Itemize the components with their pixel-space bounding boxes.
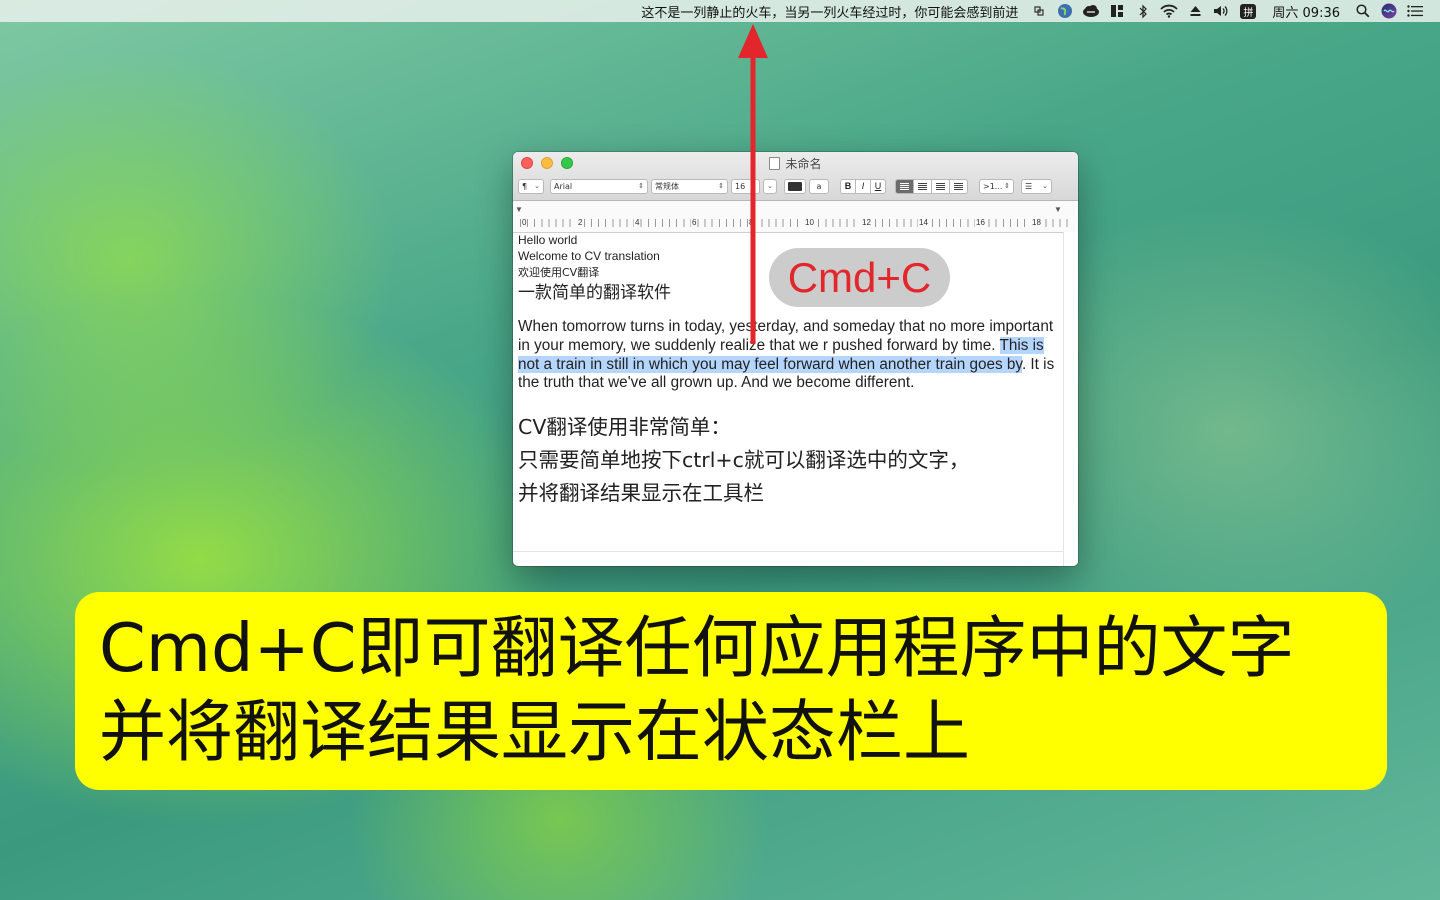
cv-translate-icon[interactable] bbox=[1028, 0, 1050, 22]
list-style-popup[interactable]: ☰ ⌄ bbox=[1021, 178, 1052, 194]
window-layout-icon[interactable] bbox=[1106, 0, 1128, 22]
line-spacing-popup[interactable]: >1... ⇕ bbox=[979, 178, 1014, 194]
paragraph-style-popup[interactable]: ¶ ⌄ bbox=[518, 178, 544, 194]
notification-list-icon[interactable] bbox=[1404, 0, 1426, 22]
ruler-label: 4 bbox=[634, 218, 640, 227]
ruler[interactable]: ▼ ▼ 0 2 4 6 8 10 12 14 16 18 bbox=[513, 201, 1078, 233]
updown-icon: ⇕ bbox=[638, 182, 644, 190]
chevron-down-icon: ⌄ bbox=[1042, 182, 1048, 190]
align-left-button[interactable] bbox=[895, 178, 914, 194]
ruler-label: 0 bbox=[521, 218, 527, 227]
ruler-label: 10 bbox=[804, 218, 814, 227]
align-left-icon bbox=[900, 182, 909, 190]
wifi-icon[interactable] bbox=[1158, 0, 1180, 22]
ruler-label: 14 bbox=[918, 218, 928, 227]
align-right-icon bbox=[936, 182, 945, 190]
first-line-indent-marker[interactable]: ▼ bbox=[515, 206, 523, 214]
bold-button[interactable]: B bbox=[840, 178, 856, 194]
caption-line-1: Cmd+C即可翻译任何应用程序中的文字 bbox=[99, 609, 1295, 687]
doc-instruction-line: CV翻译使用非常简单： bbox=[518, 415, 731, 440]
chevron-down-icon: ⌄ bbox=[534, 182, 540, 190]
red-arrow-icon bbox=[738, 24, 768, 344]
italic-button[interactable]: I bbox=[855, 178, 871, 194]
ruler-label: 2 bbox=[577, 218, 583, 227]
cloud-sync-icon[interactable] bbox=[1080, 0, 1102, 22]
align-center-button[interactable] bbox=[913, 178, 932, 194]
bottom-divider bbox=[513, 551, 1064, 552]
textedit-window: 未命名 ¶ ⌄ Arial ⇕ 常规体 ⇕ 16 ⌄ a B I U >1...… bbox=[513, 152, 1078, 566]
siri-icon[interactable] bbox=[1378, 0, 1400, 22]
format-toolbar: ¶ ⌄ Arial ⇕ 常规体 ⇕ 16 ⌄ a B I U >1... ⇕ ☰… bbox=[518, 178, 1073, 194]
ruler-label: 6 bbox=[691, 218, 697, 227]
text-color-swatch bbox=[788, 181, 802, 191]
justify-icon bbox=[954, 182, 963, 190]
ruler-ticks bbox=[520, 219, 1071, 227]
paragraph-style-label: ¶ bbox=[522, 181, 528, 191]
right-margin-marker[interactable]: ▼ bbox=[1054, 206, 1062, 214]
highlight-label: a bbox=[816, 181, 822, 191]
window-title: 未命名 bbox=[513, 155, 1078, 172]
text-color-well[interactable] bbox=[784, 178, 806, 194]
list-icon: ☰ bbox=[1025, 181, 1033, 191]
menubar-clock[interactable]: 周六 09:36 bbox=[1272, 2, 1340, 21]
caption-banner: Cmd+C即可翻译任何应用程序中的文字 并将翻译结果显示在状态栏上 bbox=[75, 592, 1387, 790]
align-right-button[interactable] bbox=[931, 178, 950, 194]
underline-button[interactable]: U bbox=[870, 178, 886, 194]
document-icon bbox=[769, 157, 781, 170]
justify-button[interactable] bbox=[949, 178, 968, 194]
ruler-label: 16 bbox=[975, 218, 985, 227]
alignment-group bbox=[895, 178, 968, 194]
updown-icon: ⇕ bbox=[718, 182, 724, 190]
vertical-scrollbar[interactable] bbox=[1063, 232, 1078, 566]
align-center-icon bbox=[918, 182, 927, 190]
eject-icon[interactable] bbox=[1184, 0, 1206, 22]
window-titlebar[interactable]: 未命名 ¶ ⌄ Arial ⇕ 常规体 ⇕ 16 ⌄ a B I U >1...… bbox=[513, 152, 1078, 201]
text-style-group: B I U bbox=[840, 178, 886, 194]
doc-instructions-cn: CV翻译使用非常简单： 只需要简单地按下ctrl+c就可以翻译选中的文字， 并将… bbox=[518, 411, 1063, 510]
bluetooth-icon[interactable] bbox=[1132, 0, 1154, 22]
globe-icon[interactable] bbox=[1054, 0, 1076, 22]
translation-status-text[interactable]: 这不是一列静止的火车，当另一列火车经过时，你可能会感到前进 bbox=[641, 2, 1018, 21]
updown-icon: ⇕ bbox=[1004, 182, 1010, 190]
paragraph-text: When tomorrow turns in today, yesterday,… bbox=[518, 318, 1054, 354]
input-source-icon[interactable]: 拼 bbox=[1240, 3, 1257, 19]
doc-instruction-line: 并将翻译结果显示在工具栏 bbox=[518, 481, 764, 506]
doc-paragraph: When tomorrow turns in today, yesterday,… bbox=[518, 318, 1058, 393]
doc-instruction-line: 只需要简单地按下ctrl+c就可以翻译选中的文字， bbox=[518, 448, 970, 473]
shortcut-badge: Cmd+C bbox=[769, 248, 950, 307]
window-title-text: 未命名 bbox=[785, 157, 822, 171]
volume-icon[interactable] bbox=[1210, 0, 1232, 22]
ruler-label: 12 bbox=[861, 218, 871, 227]
search-icon[interactable] bbox=[1352, 0, 1374, 22]
font-style-popup[interactable]: 常规体 ⇕ bbox=[651, 178, 728, 194]
caption-line-2: 并将翻译结果显示在状态栏上 bbox=[99, 693, 970, 771]
highlight-color-well[interactable]: a bbox=[809, 178, 829, 194]
font-family-popup[interactable]: Arial ⇕ bbox=[550, 178, 648, 194]
line-spacing-label: >1... bbox=[983, 181, 1003, 191]
font-family-label: Arial bbox=[554, 181, 573, 191]
ruler-label: 18 bbox=[1031, 218, 1041, 227]
font-style-label: 常规体 bbox=[655, 181, 679, 191]
menu-bar: 这不是一列静止的火车，当另一列火车经过时，你可能会感到前进 拼 周六 09:36 bbox=[0, 0, 1440, 22]
doc-line-hello: Hello world bbox=[518, 233, 578, 247]
